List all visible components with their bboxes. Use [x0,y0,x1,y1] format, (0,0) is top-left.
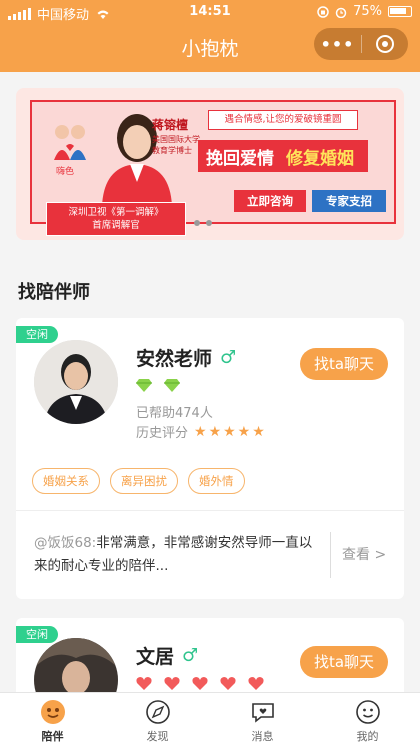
promo-banner[interactable]: 嗨色 蒋镕檀 美国国际大学 教育学博士 遇合情感,让您的爱破镜重圆 挽回爱情 修… [16,88,404,240]
tab-messages[interactable]: 消息 [210,693,315,747]
discover-icon [145,700,170,724]
status-bar: 中国移动 14:51 75% [0,0,420,24]
more-button[interactable]: ••• [314,35,361,54]
tv-line1: 深圳卫视《第一调解》 [68,207,164,218]
close-miniprogram-button[interactable] [362,35,408,53]
view-reviews-link[interactable]: 查看 > [342,544,386,564]
headline-part2: 修复婚姻 [286,149,354,169]
tab-profile[interactable]: 我的 [315,693,420,747]
diamond-icon [164,379,180,392]
counselor-card[interactable]: 空闲 安然老师 ♂ 已帮助474人 历史评分 ★★★★★ 找ta聊天 婚姻关系 … [16,318,404,599]
headline-part1: 挽回爱情 [206,149,274,169]
tab-label: 消息 [251,730,274,743]
topic-tag: 婚外情 [188,468,245,494]
mascot-label: 嗨色 [56,167,75,177]
counselor-name-row: 文居 ♂ [136,642,198,669]
tag-list: 婚姻关系 离异困扰 婚外情 [32,468,245,494]
bottom-tab-bar: 陪伴 发现 消息 我的 [0,692,420,747]
carousel-indicator [194,220,212,226]
carousel-dot [194,220,200,226]
counselor-name: 安然老师 [136,348,213,370]
banner-frame: 嗨色 蒋镕檀 美国国际大学 教育学博士 遇合情感,让您的爱破镜重圆 挽回爱情 修… [30,100,396,236]
review-divider [330,532,331,578]
tab-label: 发现 [146,730,169,743]
counselor-card[interactable]: 空闲 文居 ♂ 找ta聊天 [16,618,404,722]
battery-icon [388,6,412,17]
top-bar: 中国移动 14:51 75% 小抱枕 ••• [0,0,420,72]
consult-now-button[interactable]: 立即咨询 [234,190,306,212]
expert-advice-button[interactable]: 专家支招 [312,190,386,212]
message-icon [251,703,274,723]
host-title-line2: 教育学博士 [152,146,192,155]
rating-row: 历史评分 ★★★★★ [136,422,267,442]
status-badge: 空闲 [16,626,58,643]
review-text: @饭饭68:非常满意，非常感谢安然导师一直以来的耐心专业的陪伴... [34,532,324,578]
section-title: 找陪伴师 [18,282,90,303]
host-name: 蒋镕檀 [152,118,189,132]
rotation-lock-icon [317,5,329,18]
review-user: @饭饭68: [34,535,97,551]
host-title-line1: 美国国际大学 [152,135,200,144]
tab-label: 陪伴 [41,730,64,743]
tab-label: 我的 [356,730,379,743]
topic-tag: 婚姻关系 [32,468,100,494]
banner-slogan: 遇合情感,让您的爱破镜重圆 [208,110,358,130]
tab-companion[interactable]: 陪伴 [0,693,105,747]
profile-icon [355,700,380,724]
heart-icon [220,677,236,690]
heart-icon [192,677,208,690]
topic-tag: 离异困扰 [110,468,178,494]
battery-percent: 75% [353,4,382,19]
alarm-icon [335,7,347,18]
status-badge: 空闲 [16,326,58,343]
companion-icon [40,700,65,724]
heart-icon [164,677,180,690]
avatar[interactable] [34,340,118,424]
target-icon [376,35,394,53]
level-hearts [136,676,264,690]
chat-button[interactable]: 找ta聊天 [300,646,388,678]
level-gems [136,378,180,392]
tv-program-badge: 深圳卫视《第一调解》 首席调解官 [46,202,186,236]
male-icon: ♂ [182,645,199,666]
tv-line2: 首席调解官 [92,220,140,231]
heart-icon [248,677,264,690]
card-divider [16,510,404,511]
rating-label: 历史评分 [136,426,189,441]
helped-count: 已帮助474人 [136,406,213,421]
carousel-dot [206,220,212,226]
miniprogram-capsule: ••• [314,28,408,60]
heart-icon [136,677,152,690]
chat-button[interactable]: 找ta聊天 [300,348,388,380]
counselor-name-row: 安然老师 ♂ [136,344,236,371]
mascot-icon [54,125,86,160]
banner-headline: 挽回爱情 修复婚姻 [198,140,368,172]
counselor-photo [34,340,118,424]
star-rating: ★★★★★ [194,423,267,440]
tab-discover[interactable]: 发现 [105,693,210,747]
male-icon: ♂ [220,347,237,368]
diamond-icon [136,379,152,392]
counselor-name: 文居 [136,646,175,668]
